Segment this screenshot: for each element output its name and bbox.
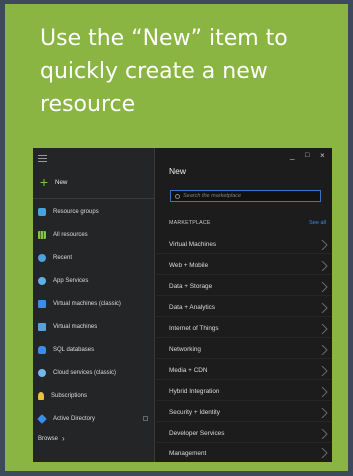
chevron-right-icon: [321, 429, 328, 439]
sidebar-item-vm[interactable]: Virtual machines: [33, 320, 155, 334]
sidebar-divider: [33, 198, 155, 199]
sidebar-item-label: Virtual machines (classic): [53, 301, 121, 307]
slide-headline: Use the “New” item to quickly create a n…: [40, 26, 288, 117]
category-networking[interactable]: Networking: [156, 341, 332, 359]
blade-title: New: [169, 166, 187, 176]
sidebar-new-label: New: [55, 178, 68, 186]
category-data-analytics[interactable]: Data + Analytics: [156, 299, 332, 317]
chevron-right-icon: [321, 303, 328, 313]
category-label: Data + Analytics: [169, 304, 216, 311]
category-label: Developer Services: [169, 430, 225, 437]
marketplace-section-label: MARKETPLACE: [169, 220, 211, 226]
chevron-right-icon: [321, 408, 328, 418]
category-label: Hybrid Integration: [169, 388, 220, 395]
chevron-right-icon: [321, 345, 328, 355]
sidebar-item-app-services[interactable]: App Services: [33, 274, 155, 288]
sidebar-item-cloud-services[interactable]: Cloud services (classic): [33, 366, 155, 380]
marketplace-search-input[interactable]: [183, 193, 313, 199]
category-label: Data + Storage: [169, 283, 213, 290]
chevron-right-icon: [321, 387, 328, 397]
maximize-icon[interactable]: □: [305, 152, 309, 159]
cloud-services-icon: [38, 369, 46, 377]
sidebar-item-label: Active Directory: [53, 416, 96, 422]
resource-groups-icon: [38, 208, 46, 216]
sidebar-item-label: Cloud services (classic): [53, 370, 117, 376]
plus-icon: +: [39, 174, 49, 190]
category-label: Security + Identity: [169, 409, 220, 416]
sidebar-browse-button[interactable]: Browse ›: [38, 434, 65, 443]
active-directory-icon: [37, 414, 47, 424]
sidebar-item-subscriptions[interactable]: Subscriptions: [33, 389, 155, 403]
chevron-right-icon: [321, 240, 328, 250]
category-label: Management: [169, 449, 207, 457]
category-label: Web + Mobile: [169, 262, 209, 269]
sidebar-item-active-directory[interactable]: Active Directory: [33, 412, 155, 426]
category-security-identity[interactable]: Security + Identity: [156, 404, 332, 422]
sidebar-item-label: App Services: [53, 278, 89, 284]
category-web-mobile[interactable]: Web + Mobile: [156, 257, 332, 275]
all-resources-icon: [38, 231, 46, 239]
subscriptions-icon: [38, 392, 44, 400]
sidebar-item-label: Resource groups: [53, 209, 99, 215]
category-management[interactable]: Management: [156, 444, 332, 462]
category-virtual-machines[interactable]: Virtual Machines: [156, 236, 332, 254]
category-hybrid-integration[interactable]: Hybrid Integration: [156, 383, 332, 401]
marketplace-search-box[interactable]: [170, 190, 321, 202]
chevron-right-icon: [321, 261, 328, 271]
chevron-right-icon: [321, 366, 328, 376]
portal-screenshot: + New Resource groups All resources Rece…: [33, 148, 332, 462]
vm-icon: [38, 323, 46, 331]
vm-classic-icon: [38, 300, 46, 308]
category-label: Media + CDN: [169, 367, 208, 374]
search-icon: [175, 193, 180, 199]
sidebar-item-label: SQL databases: [53, 347, 95, 353]
hamburger-icon[interactable]: [38, 155, 47, 162]
app-services-icon: [38, 277, 46, 285]
sql-database-icon: [38, 346, 46, 354]
browse-label: Browse: [38, 435, 59, 442]
sidebar-item-sql-databases[interactable]: SQL databases: [33, 343, 155, 357]
recent-icon: [38, 254, 46, 262]
see-all-link[interactable]: See all: [309, 220, 326, 226]
sidebar-item-all-resources[interactable]: All resources: [33, 228, 155, 242]
chevron-right-icon: [321, 324, 328, 334]
sidebar-item-recent[interactable]: Recent: [33, 251, 155, 265]
sidebar-item-resource-groups[interactable]: Resource groups: [33, 205, 155, 219]
sidebar-item-label: Subscriptions: [51, 393, 88, 399]
category-developer-services[interactable]: Developer Services: [156, 425, 332, 443]
category-label: Networking: [169, 346, 201, 353]
external-link-icon: [143, 416, 148, 421]
category-data-storage[interactable]: Data + Storage: [156, 278, 332, 296]
category-media-cdn[interactable]: Media + CDN: [156, 362, 332, 380]
sidebar-new-button[interactable]: + New: [33, 172, 155, 192]
sidebar-item-vm-classic[interactable]: Virtual machines (classic): [33, 297, 155, 311]
sidebar-item-label: Virtual machines: [53, 324, 98, 330]
category-internet-of-things[interactable]: Internet of Things: [156, 320, 332, 338]
minimize-icon[interactable]: _: [290, 151, 294, 160]
category-label: Internet of Things: [169, 325, 219, 332]
chevron-right-icon: [321, 282, 328, 292]
sidebar-item-label: Recent: [53, 255, 73, 261]
sidebar-item-label: All resources: [53, 232, 88, 238]
category-label: Virtual Machines: [169, 241, 217, 248]
close-icon[interactable]: ×: [320, 151, 325, 160]
chevron-right-icon: [321, 448, 328, 458]
new-blade: _ □ × New MARKETPLACE See all Virtual Ma…: [156, 148, 332, 462]
chevron-right-icon: ›: [62, 434, 65, 443]
portal-sidebar: + New Resource groups All resources Rece…: [33, 148, 155, 462]
